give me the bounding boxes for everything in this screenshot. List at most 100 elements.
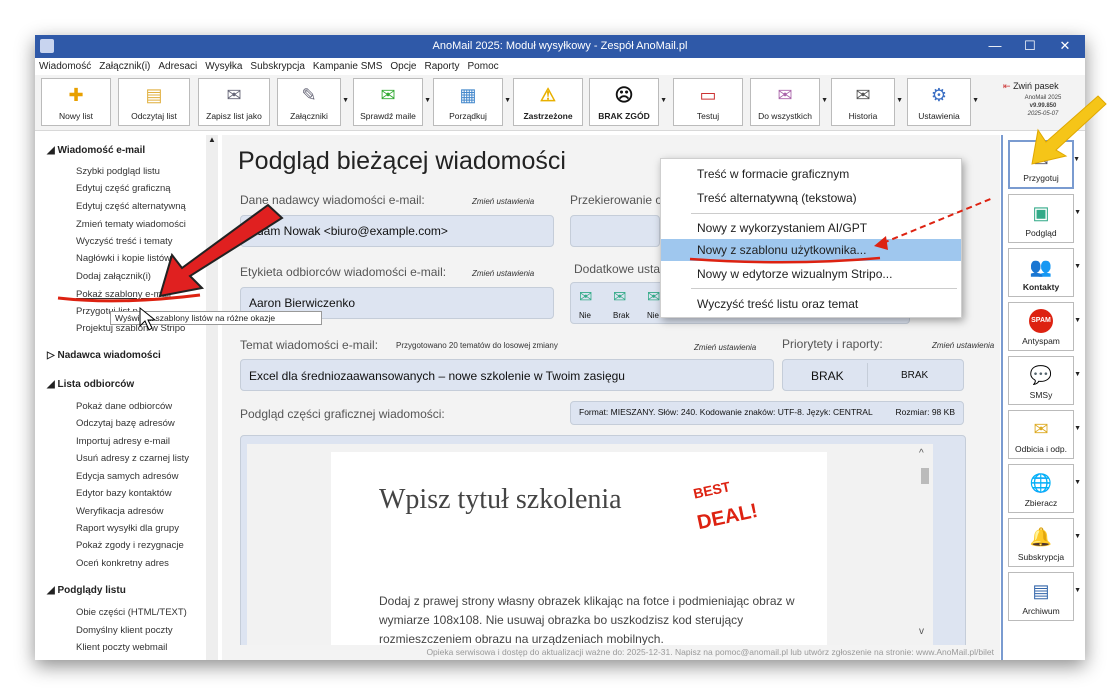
preview-button[interactable]: ▣ Podgląd ▼ [1008,194,1081,243]
sidebar-item[interactable]: Szybki podgląd listu [76,166,160,177]
maximize-button[interactable]: ☐ [1016,38,1044,55]
best-deal-badge[interactable]: BEST DEAL! [692,478,773,550]
prepare-button[interactable]: ✉ Przygotuj ▼ [1008,140,1080,189]
sidebar-item[interactable]: Weryfikacja adresów [76,506,163,517]
sidebar-item[interactable]: Pokaż zgody i rezygnacje [76,540,184,551]
contacts-button[interactable]: 👥 Kontakty ▼ [1008,248,1081,297]
chevron-down-icon[interactable]: ▼ [660,97,667,104]
chevron-down-icon[interactable]: ▼ [1073,156,1080,163]
menu-item-stripo[interactable]: Nowy w edytorze wizualnym Stripo... [661,263,961,285]
close-button[interactable]: ✕ [1051,38,1079,55]
sidebar-item[interactable]: Edytuj część alternatywną [76,201,186,212]
subject-change-link[interactable]: Zmień ustawienia [694,343,756,352]
sidebar-item[interactable]: Pokaż dane odbiorców [76,401,172,412]
menu-item-ai[interactable]: Nowy z wykorzystaniem AI/GPT [661,217,961,239]
menu-pomoc[interactable]: Pomoc [464,58,503,72]
menu-adresaci[interactable]: Adresaci [154,58,201,72]
priority-change-link[interactable]: Zmień ustawienia [932,341,994,350]
section-podglady[interactable]: ◢ Podglądy listu [47,585,126,596]
sidebar-item[interactable]: Importuj adresy e-mail [76,436,170,447]
chevron-down-icon[interactable]: ▼ [424,97,431,104]
harvester-button[interactable]: 🌐 Zbieracz ▼ [1008,464,1081,513]
chevron-down-icon[interactable]: ▼ [342,97,349,104]
menu-opcje[interactable]: Opcje [386,58,420,72]
menu-subskrypcja[interactable]: Subskrypcja [246,58,308,72]
sidebar-item[interactable]: Domyślny klient poczty [76,625,173,636]
sidebar-item[interactable]: Usuń adresy z czarnej listy [76,453,189,464]
sidebar-item[interactable]: Odczytaj bazę adresów [76,418,175,429]
save-as-button[interactable]: ✉ Zapisz list jako [198,78,270,126]
chevron-down-icon[interactable]: ▼ [1074,263,1081,270]
sidebar-item[interactable]: Klient poczty webmail [76,642,167,653]
send-all-button[interactable]: ✉ Do wszystkich ▼ [750,78,828,126]
menu-item-user-template[interactable]: Nowy z szablonu użytkownika... [661,239,961,261]
collapse-panel[interactable]: ⇤ Zwiń pasek AnoMail 2025 v9.99.850 2025-0… [1003,81,1083,118]
email-paragraph[interactable]: Dodaj z prawej strony własny obrazek kli… [379,592,809,645]
preview-scrollbar[interactable]: ^ v [919,448,931,644]
menu-wiadomosc[interactable]: Wiadomość [35,58,95,72]
menu-item-graphic[interactable]: Treść w formacie graficznym [661,163,961,185]
section-odbiorcy[interactable]: ◢ Lista odbiorców [47,379,134,390]
chevron-down-icon[interactable]: ▼ [1074,209,1081,216]
check-mails-button[interactable]: ✉ Sprawdź maile ▼ [353,78,431,126]
history-button[interactable]: ✉ Historia ▼ [831,78,903,126]
sidebar-item[interactable]: Obie części (HTML/TEXT) [76,607,187,618]
sidebar-scrollbar[interactable]: ▲ [206,135,218,660]
redirect-field[interactable] [570,215,660,247]
no-consent-button[interactable]: ☹ BRAK ZGÓD ▼ [589,78,667,126]
sidebar-item[interactable]: Edycja samych adresów [76,471,178,482]
menu-item-clear[interactable]: Wyczyść treść listu oraz temat [661,293,961,315]
section-wiadomosc[interactable]: ◢ Wiadomość e-mail [47,145,145,156]
read-mail-button[interactable]: ▤ Odczytaj list [118,78,190,126]
sender-change-link[interactable]: Zmień ustawienia [472,197,534,206]
attachments-button[interactable]: ✎ Załączniki ▼ [277,78,349,126]
bounces-button[interactable]: ✉ Odbicia i odp. ▼ [1008,410,1081,459]
menu-kampanie-sms[interactable]: Kampanie SMS [309,58,386,72]
sender-field[interactable]: Adam Nowak <biuro@example.com> [240,215,554,247]
new-mail-button[interactable]: ✚ Nowy list [41,78,111,126]
sidebar-item-templates[interactable]: Pokaż szablony e-mail [76,289,171,300]
sidebar-item[interactable]: Zmień tematy wiadomości [76,219,186,230]
chevron-down-icon[interactable]: ▼ [1074,533,1081,540]
email-title[interactable]: Wpisz tytuł szkolenia [379,484,622,516]
scroll-thumb[interactable] [921,468,929,484]
menu-item-text[interactable]: Treść alternatywną (tekstowa) [661,187,961,209]
menu-zalaczniki[interactable]: Załącznik(i) [95,58,154,72]
minimize-button[interactable]: — [981,38,1009,55]
archive-button[interactable]: ▤ Archiwum ▼ [1008,572,1081,621]
sidebar-item[interactable]: Dodaj załącznik(i) [76,271,151,282]
chevron-down-icon[interactable]: ▼ [1074,479,1081,486]
menu-raporty[interactable]: Raporty [421,58,464,72]
chevron-down-icon[interactable]: ▼ [972,97,979,104]
sidebar-item[interactable]: Edytor bazy kontaktów [76,488,172,499]
menu-wysylka[interactable]: Wysyłka [201,58,246,72]
test-button[interactable]: ▭ Testuj [673,78,743,126]
sidebar-item[interactable]: Nagłówki i kopie listów [76,253,171,264]
antispam-button[interactable]: SPAM Antyspam ▼ [1008,302,1081,351]
chevron-down-icon[interactable]: ▼ [821,97,828,104]
priority-box[interactable]: BRAK BRAK [782,359,964,391]
recipients-change-link[interactable]: Zmień ustawienia [472,269,534,278]
reserved-button[interactable]: ⚠ Zastrzeżone [513,78,583,126]
chevron-down-icon[interactable]: ▼ [1074,587,1081,594]
option-icon[interactable]: ✉ [579,287,592,307]
option-icon[interactable]: ✉ [647,287,660,307]
chevron-down-icon[interactable]: ▼ [1074,425,1081,432]
chevron-down-icon[interactable]: ▼ [504,97,511,104]
chevron-down-icon[interactable]: ▼ [896,97,903,104]
section-nadawca[interactable]: ▷ Nadawca wiadomości [47,350,161,361]
scroll-down-icon[interactable]: v [919,626,924,637]
sidebar-item[interactable]: Wyczyść treść i tematy [76,236,173,247]
organize-button[interactable]: ▦ Porządkuj ▼ [433,78,511,126]
sidebar-item[interactable]: Oceń konkretny adres [76,558,169,569]
subject-field[interactable]: Excel dla średniozaawansowanych – nowe s… [240,359,774,391]
settings-button[interactable]: ⚙ Ustawienia ▼ [907,78,979,126]
sidebar-item[interactable]: Raport wysyłki dla grupy [76,523,179,534]
sms-button[interactable]: 💬 SMSy ▼ [1008,356,1081,405]
sidebar-item[interactable]: Edytuj część graficzną [76,183,171,194]
option-icon[interactable]: ✉ [613,287,626,307]
chevron-down-icon[interactable]: ▼ [1074,317,1081,324]
scroll-up-icon[interactable]: ▲ [206,135,218,144]
subscription-button[interactable]: 🔔 Subskrypcja ▼ [1008,518,1081,567]
chevron-down-icon[interactable]: ▼ [1074,371,1081,378]
